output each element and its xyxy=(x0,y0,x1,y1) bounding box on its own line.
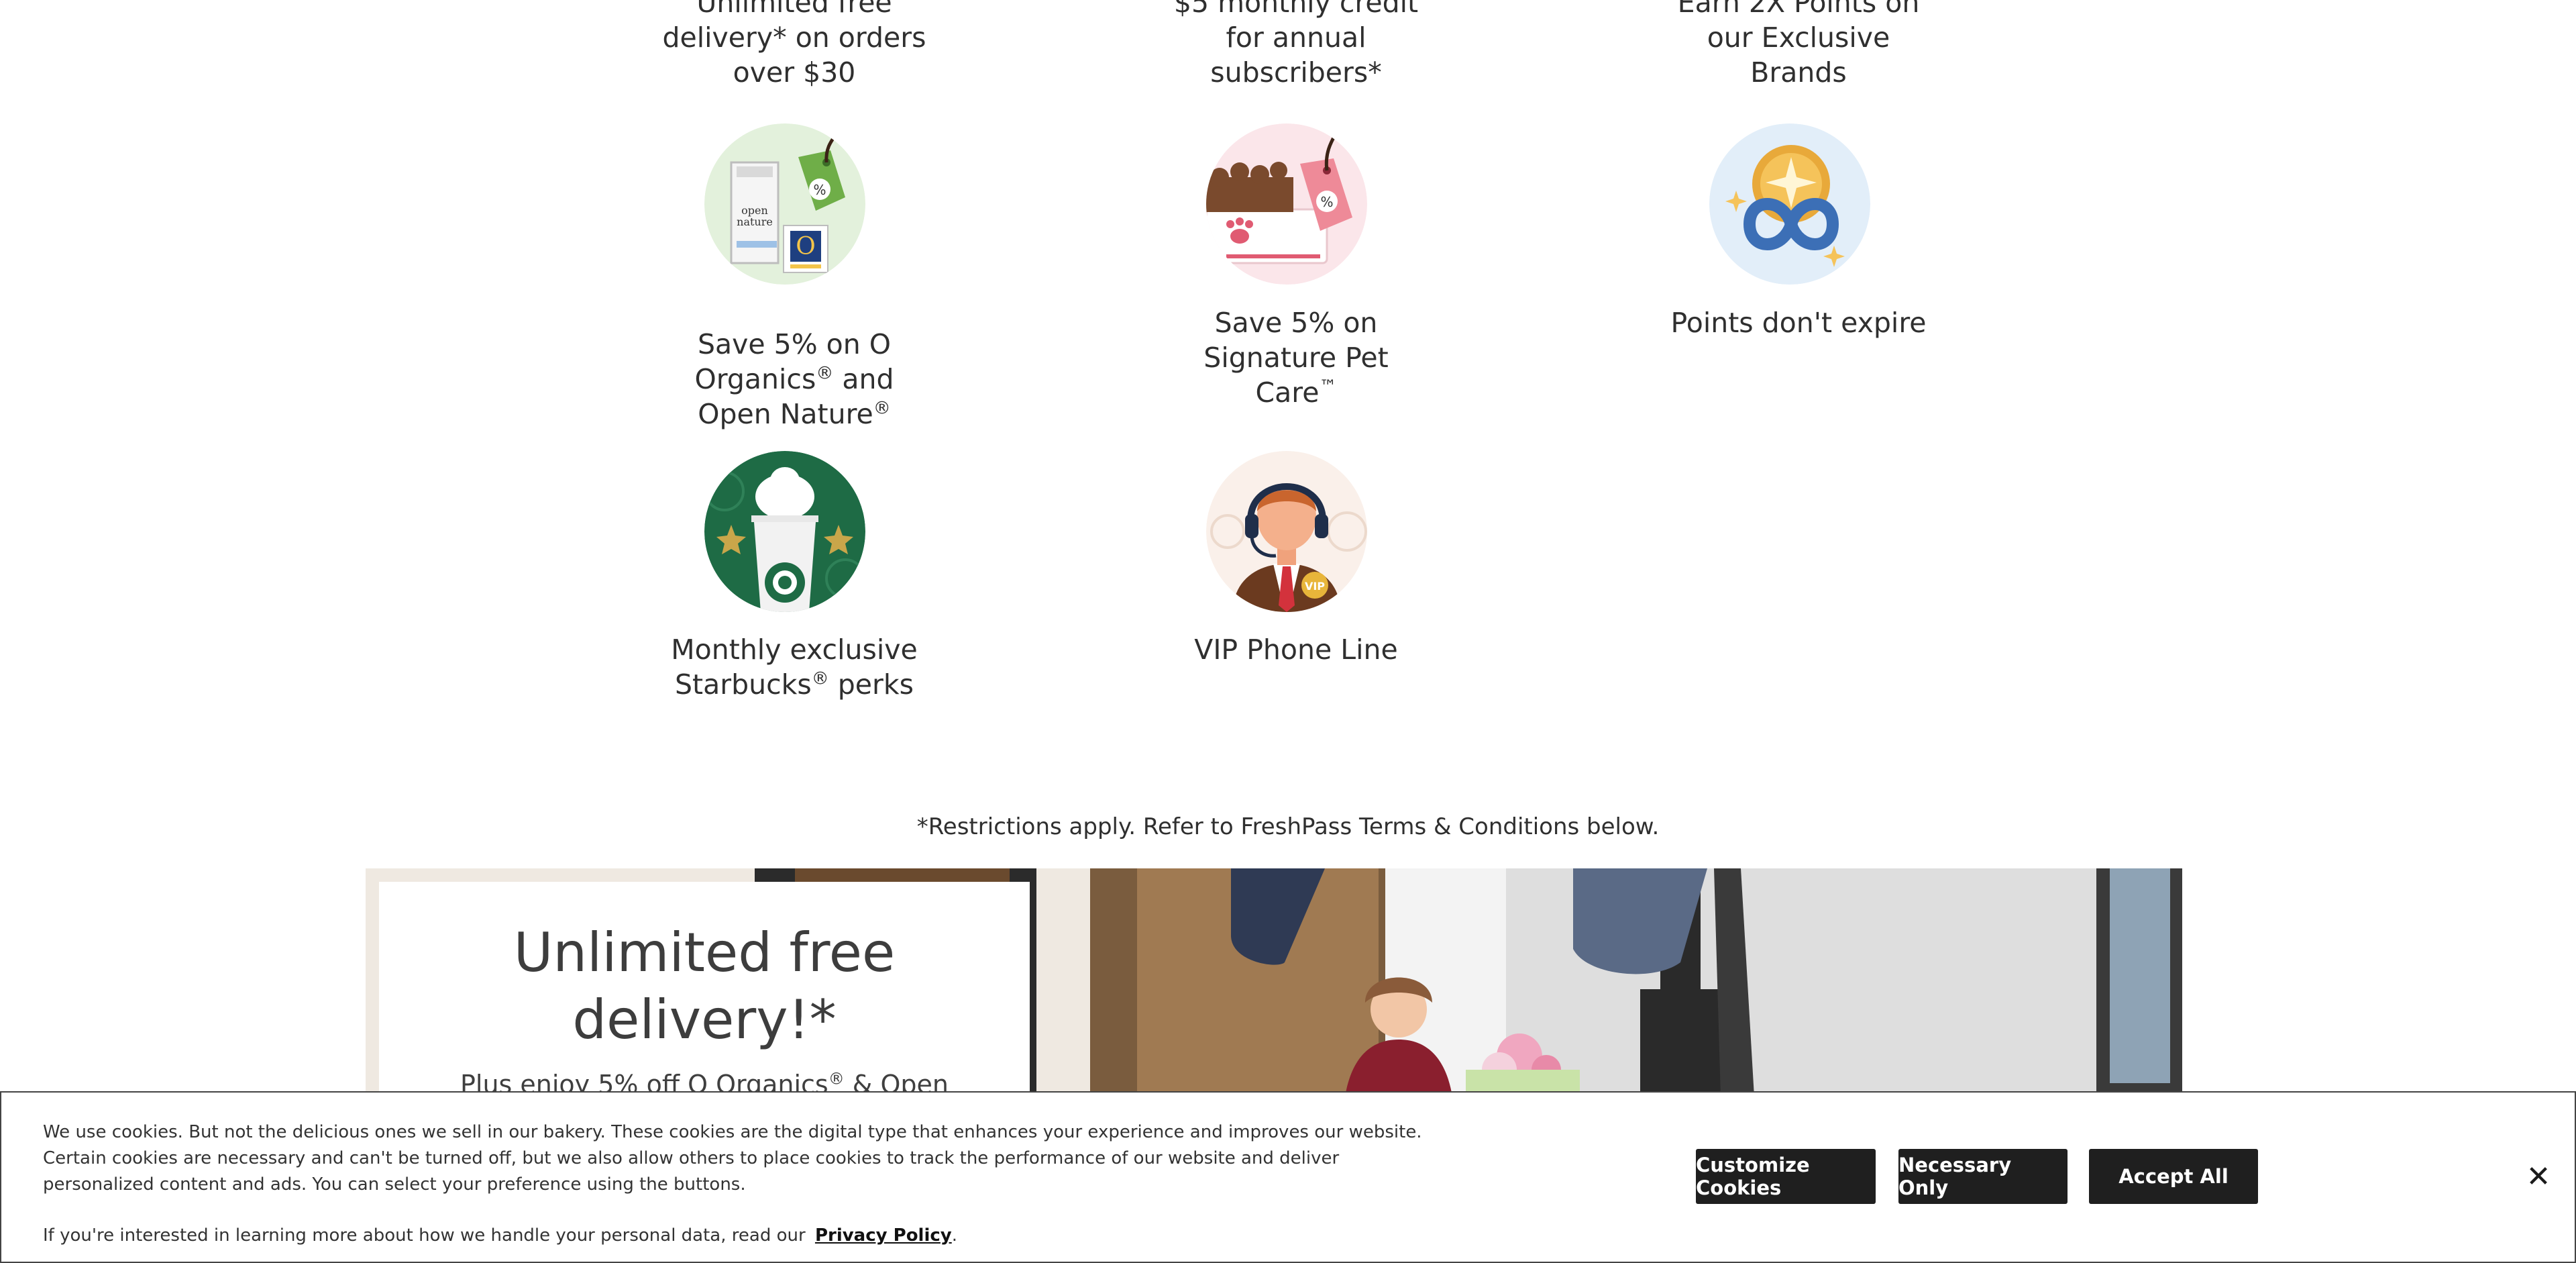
privacy-suffix: . xyxy=(951,1225,958,1246)
starbucks-cup-icon xyxy=(704,451,865,612)
exclusive-brands-icon: open nature O % xyxy=(704,123,865,285)
benefit-pet-care-label: Save 5% on Signature Pet Care™ xyxy=(1203,307,1389,409)
cookie-banner-text: We use cookies. But not the delicious on… xyxy=(43,1122,1422,1195)
pet-care-icon: % xyxy=(1206,123,1367,285)
svg-text:%: % xyxy=(1320,194,1333,210)
cookie-privacy-line: If you're interested in learning more ab… xyxy=(43,1225,957,1246)
privacy-prefix: If you're interested in learning more ab… xyxy=(43,1225,806,1246)
accept-all-button[interactable]: Accept All xyxy=(2089,1149,2258,1204)
benefit-points-expire-label: Points don't expire xyxy=(1670,307,1927,339)
svg-text:O: O xyxy=(796,233,816,260)
restrictions-note: *Restrictions apply. Refer to FreshPass … xyxy=(916,813,1660,840)
svg-text:VIP: VIP xyxy=(1305,580,1325,593)
benefit-o-organics-label: Save 5% on O Organics® and Open Nature® xyxy=(694,328,894,430)
points-infinity-icon xyxy=(1709,123,1870,285)
necessary-only-button[interactable]: Necessary Only xyxy=(1898,1149,2068,1204)
benefit-monthly-credit-label: $5 monthly credit for annual subscribers* xyxy=(1173,0,1419,89)
svg-text:nature: nature xyxy=(737,215,773,228)
promo-card: Unlimited free delivery!* Plus enjoy 5% … xyxy=(379,882,1030,1097)
promo-title: Unlimited free delivery!* xyxy=(513,921,896,1051)
svg-text:%: % xyxy=(813,182,826,198)
benefit-starbucks-label: Monthly exclusive Starbucks® perks xyxy=(671,634,918,701)
benefit-2x-points-label: Earn 2X Points on our Exclusive Brands xyxy=(1677,0,1920,89)
vip-agent-icon: VIP xyxy=(1206,451,1367,612)
promo-banner: Unlimited free delivery!* Plus enjoy 5% … xyxy=(366,868,2182,1097)
benefit-vip-phone-label: VIP Phone Line xyxy=(1194,634,1398,666)
close-icon[interactable]: ✕ xyxy=(2520,1158,2557,1195)
cookie-banner: We use cookies. But not the delicious on… xyxy=(0,1091,2576,1263)
benefit-free-delivery-label: Unlimited free delivery* on orders over $3… xyxy=(662,0,926,89)
customize-cookies-button[interactable]: Customize Cookies xyxy=(1696,1149,1876,1204)
privacy-policy-link[interactable]: Privacy Policy xyxy=(815,1225,952,1246)
